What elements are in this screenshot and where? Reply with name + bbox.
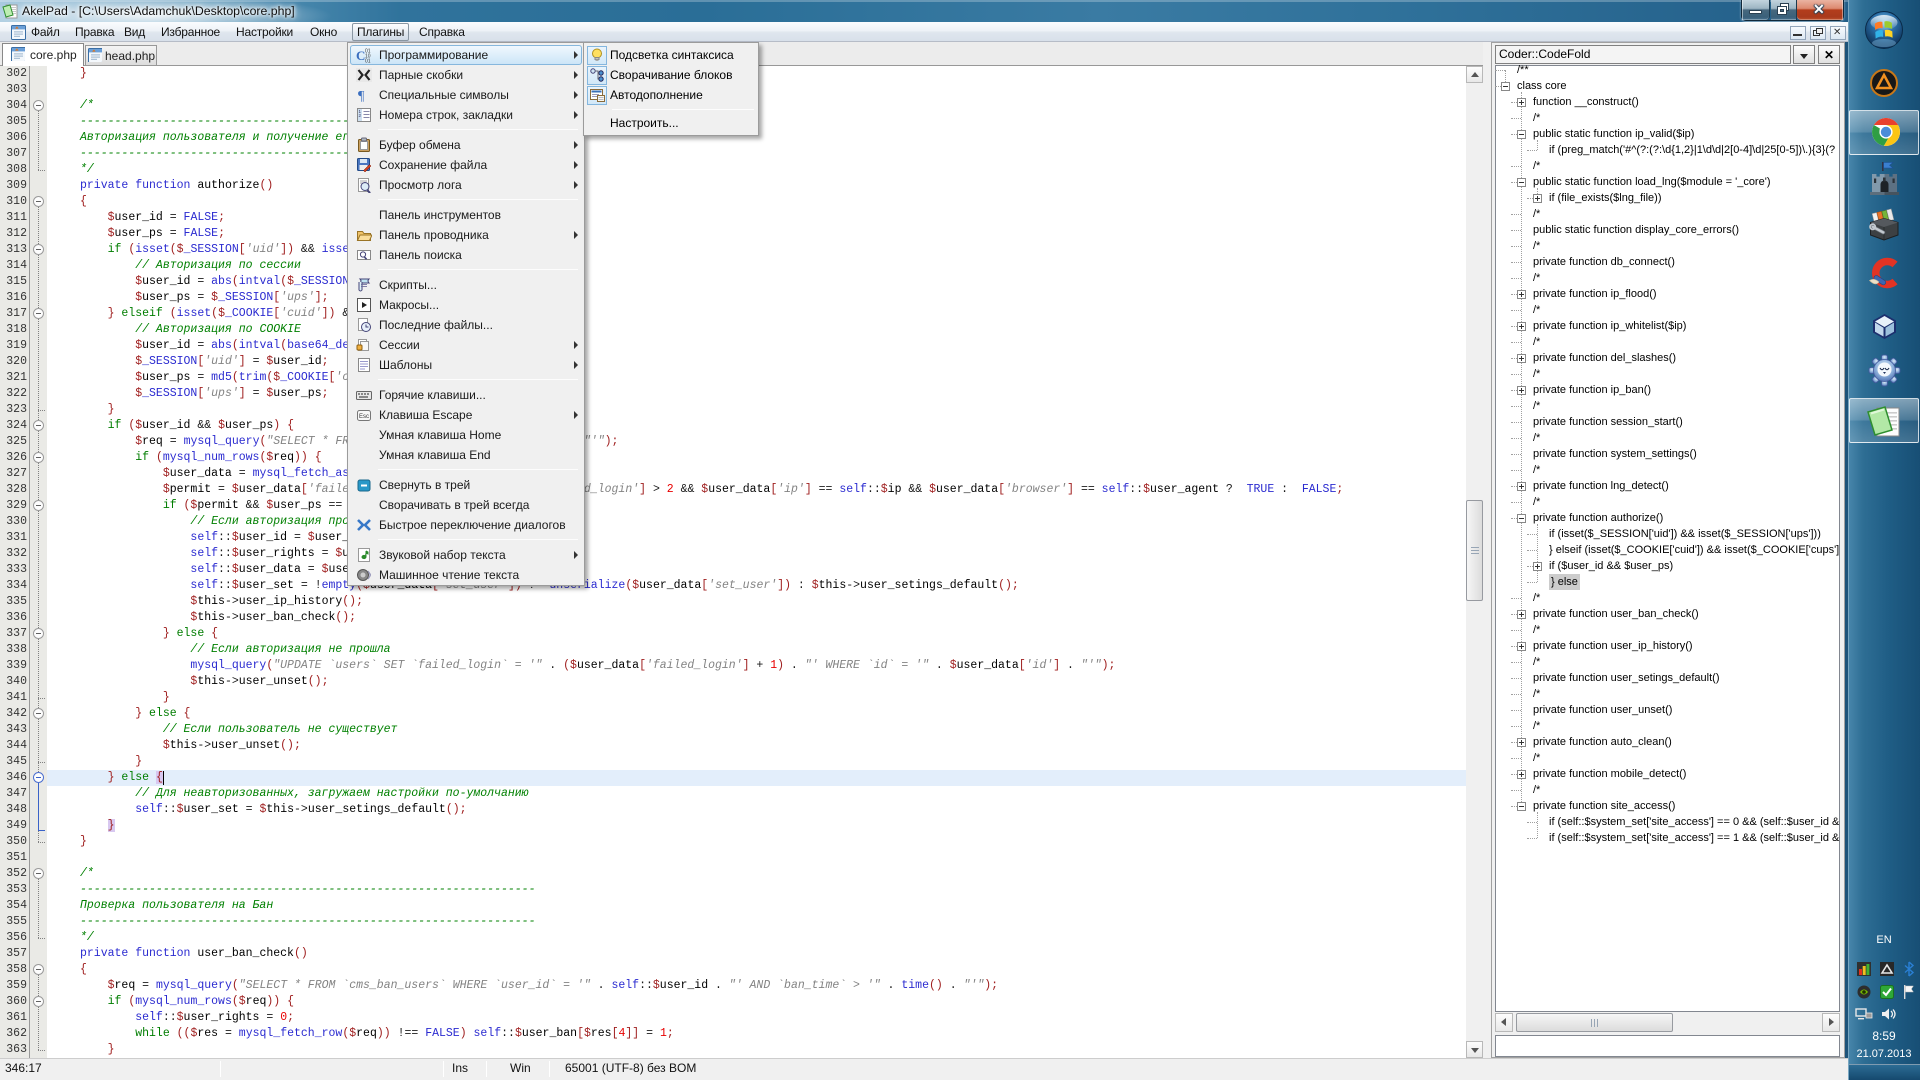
svg-text:¶: ¶ [358, 89, 365, 103]
svg-text:Esc: Esc [359, 414, 369, 420]
svg-text:01: 01 [365, 59, 371, 64]
svg-text:C: C [356, 48, 365, 63]
